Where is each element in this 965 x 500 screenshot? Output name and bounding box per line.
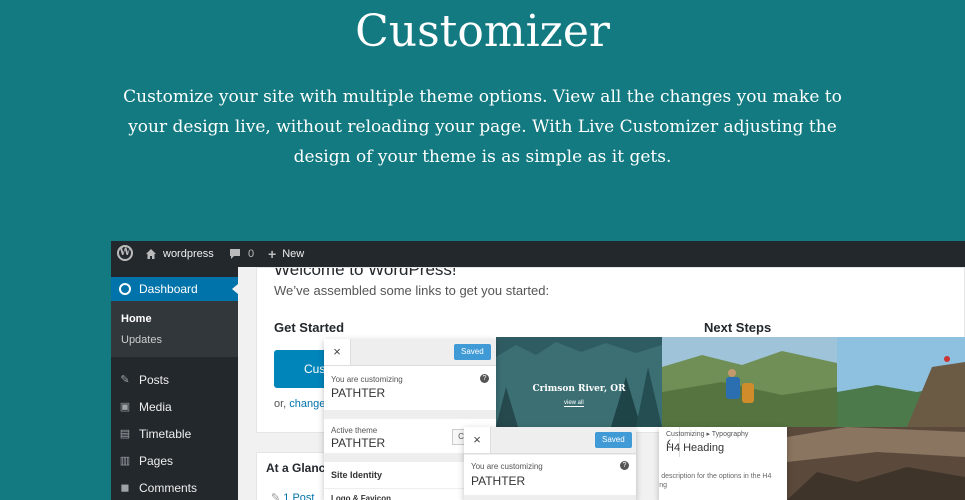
photo-canyon[interactable]	[787, 427, 965, 500]
help-icon[interactable]: ?	[620, 461, 629, 470]
sidebar-item-pages[interactable]: ▥ Pages	[111, 451, 238, 471]
new-label: New	[282, 248, 305, 260]
sidebar-item-label: Posts	[139, 373, 170, 387]
sidebar-item-label: Dashboard	[139, 282, 198, 296]
customizer-panel-secondary: × Saved You are customizing PATHTER ?	[464, 427, 636, 500]
sidebar-item-label: Pages	[139, 454, 174, 468]
sidebar-item-dashboard[interactable]: Dashboard	[111, 277, 238, 301]
saved-button[interactable]: Saved	[454, 344, 491, 360]
cliff-image	[837, 337, 965, 427]
pin-icon: ✎	[271, 492, 284, 500]
change-theme-link[interactable]: change	[289, 398, 325, 410]
calendar-icon: ▤	[119, 428, 131, 440]
media-icon: ▣	[119, 401, 131, 413]
theme-name: PATHTER	[471, 474, 526, 488]
wordpress-logo-icon[interactable]: W	[117, 245, 133, 261]
site-name: wordpress	[163, 248, 214, 260]
submenu-updates[interactable]: Updates	[121, 334, 162, 346]
saved-button[interactable]: Saved	[595, 432, 632, 448]
close-icon[interactable]: ×	[324, 339, 351, 365]
photo-hikers[interactable]	[662, 337, 837, 427]
logo-favicon-label: Logo & Favicon	[331, 494, 391, 500]
comments-count: 0	[248, 248, 255, 260]
help-icon[interactable]: ?	[480, 374, 489, 383]
sidebar-item-comments[interactable]: ◼ Comments	[111, 478, 238, 498]
close-icon[interactable]: ×	[464, 427, 491, 453]
posts-count-link[interactable]: ✎ 1 Post	[271, 491, 314, 500]
typography-title: H4 Heading	[666, 442, 725, 454]
comment-icon: ◼	[120, 482, 130, 494]
at-a-glance-heading: At a Glance	[266, 461, 333, 475]
or-text: or,	[274, 398, 290, 410]
home-icon	[146, 249, 156, 259]
forest-image	[496, 337, 662, 427]
sidebar-item-label: Comments	[139, 481, 198, 495]
typography-breadcrumb: Customizing ▸ Typography	[666, 431, 749, 438]
plus-icon: +	[268, 246, 277, 262]
comment-icon	[230, 249, 240, 259]
change-theme-line: or, change	[274, 398, 325, 410]
admin-bar-comments[interactable]: 0	[229, 241, 254, 267]
pages-icon: ▥	[119, 455, 131, 467]
photo-crimson-river[interactable]: Crimson River, OR view all	[496, 337, 662, 427]
next-steps-heading: Next Steps	[704, 320, 772, 335]
submenu-home[interactable]: Home	[121, 313, 152, 325]
view-all-link[interactable]: view all	[564, 400, 584, 407]
theme-name: PATHTER	[331, 386, 386, 400]
admin-sidebar: Dashboard Home Updates ✎ Posts ▣ Media ▤…	[111, 267, 238, 500]
dashboard-screenshot: W wordpress 0 + New Dashboard Home Updat…	[111, 241, 965, 500]
active-theme-label: Active theme	[331, 426, 378, 435]
customizing-info: You are customizing PATHTER ?	[464, 455, 636, 495]
hero-title: Customizer	[355, 6, 610, 57]
welcome-heading: Welcome to WordPress!	[274, 267, 457, 279]
admin-bar: W wordpress 0 + New	[111, 241, 965, 267]
sidebar-item-label: Media	[139, 400, 172, 414]
dashboard-submenu: Home Updates	[111, 301, 238, 357]
pin-icon: ✎	[120, 374, 130, 386]
customizing-label: You are customizing	[471, 462, 543, 471]
canyon-image	[787, 427, 965, 500]
customizing-info: You are customizing PATHTER ?	[324, 366, 496, 410]
typography-description: Some description for the options in the …	[659, 473, 772, 489]
posts-count: 1 Post	[283, 492, 315, 500]
typography-panel: ‹ Customizing ▸ Typography H4 Heading So…	[659, 427, 787, 500]
active-theme-name: PATHTER	[331, 436, 386, 450]
site-identity-label: Site Identity	[331, 470, 383, 480]
sidebar-item-media[interactable]: ▣ Media	[111, 397, 238, 417]
sidebar-item-timetable[interactable]: ▤ Timetable	[111, 424, 238, 444]
welcome-subheading: We’ve assembled some links to get you st…	[274, 283, 550, 298]
hikers-image	[662, 337, 837, 427]
customizing-label: You are customizing	[331, 375, 403, 384]
photo-cliff[interactable]	[837, 337, 965, 427]
sidebar-item-posts[interactable]: ✎ Posts	[111, 370, 238, 390]
sidebar-item-label: Timetable	[139, 427, 192, 441]
get-started-heading: Get Started	[274, 320, 345, 335]
photo-title: Crimson River, OR	[532, 384, 626, 394]
dashboard-icon	[119, 283, 131, 295]
admin-bar-site[interactable]: wordpress	[145, 241, 214, 267]
admin-bar-new[interactable]: + New	[268, 241, 304, 267]
hero-description: Customize your site with multiple theme …	[123, 87, 842, 167]
